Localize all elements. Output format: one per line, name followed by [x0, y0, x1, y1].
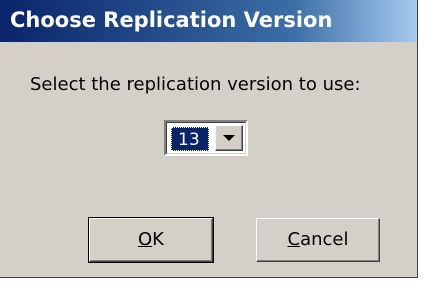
version-selected-value: 13	[178, 130, 200, 150]
chevron-down-icon	[223, 135, 235, 141]
ok-mnemonic: O	[138, 229, 153, 250]
ok-button-label: OK	[90, 229, 212, 251]
cancel-label-rest: ancel	[300, 229, 349, 250]
version-dropdown[interactable]: 13	[164, 120, 248, 156]
replication-version-dialog: Choose Replication Version Select the re…	[0, 0, 418, 278]
dialog-title: Choose Replication Version	[10, 8, 333, 32]
screen-background: Choose Replication Version Select the re…	[0, 0, 431, 284]
ok-label-rest: K	[152, 229, 164, 250]
cancel-button-label: Cancel	[257, 229, 379, 251]
cancel-button[interactable]: Cancel	[256, 218, 380, 262]
title-bar[interactable]: Choose Replication Version	[0, 0, 417, 42]
version-selected-highlight: 13	[171, 127, 209, 151]
ok-button[interactable]: OK	[88, 217, 214, 263]
version-prompt-label: Select the replication version to use:	[30, 74, 361, 95]
version-dropdown-button[interactable]	[215, 125, 243, 151]
cancel-mnemonic: C	[287, 229, 301, 250]
version-dropdown-frame: 13	[166, 122, 246, 154]
